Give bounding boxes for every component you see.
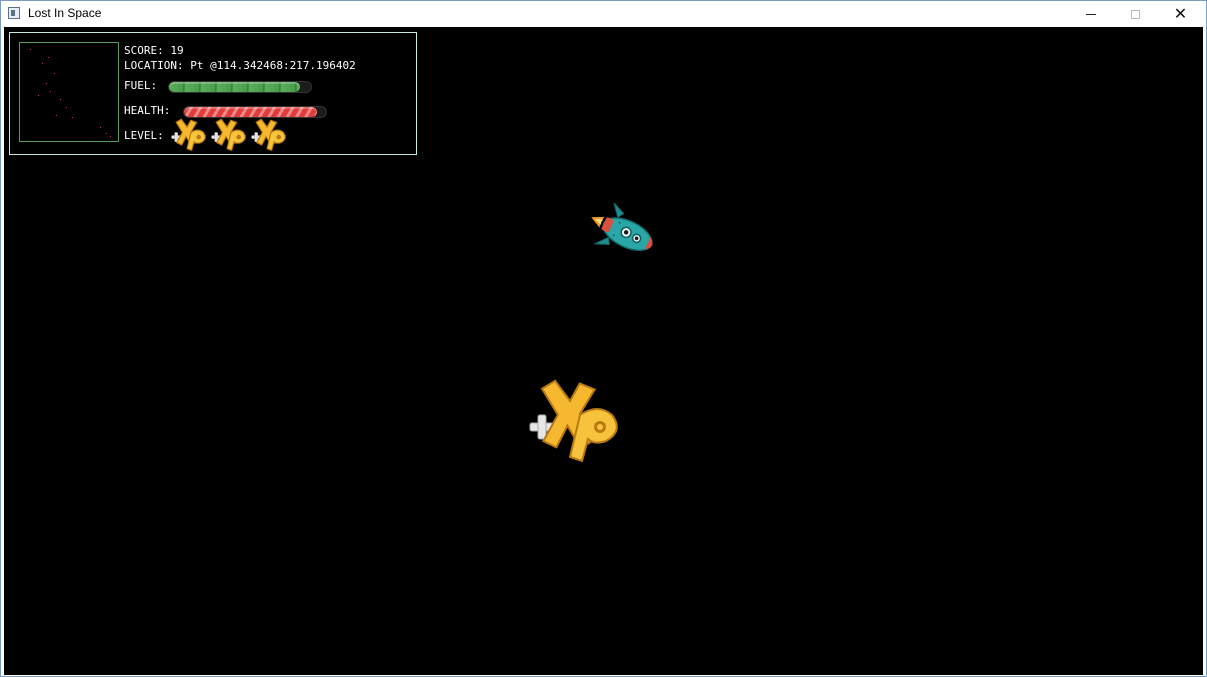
window-title: Lost In Space bbox=[28, 6, 102, 20]
rocket-icon bbox=[591, 203, 653, 251]
minimap-dot bbox=[110, 136, 111, 137]
xp-plus-icon bbox=[251, 118, 286, 152]
title-bar[interactable]: Lost In Space ✕ bbox=[1, 1, 1206, 27]
minimize-button[interactable] bbox=[1068, 1, 1113, 27]
minimap-dot bbox=[50, 91, 51, 92]
level-icons bbox=[170, 116, 295, 156]
game-window: Lost In Space ✕ SCORE: 19 LOCATION: Pt @… bbox=[0, 0, 1207, 677]
close-icon: ✕ bbox=[1173, 4, 1188, 23]
minimap-dot bbox=[66, 107, 67, 108]
health-label: HEALTH: bbox=[124, 104, 171, 117]
maximize-icon bbox=[1131, 9, 1140, 19]
minimap-dot bbox=[60, 99, 61, 100]
app-icon bbox=[8, 7, 20, 19]
score-label: SCORE: 19 bbox=[124, 44, 184, 57]
maximize-button[interactable] bbox=[1113, 1, 1158, 27]
minimap-dot bbox=[54, 73, 55, 74]
minimap-dot bbox=[72, 117, 73, 118]
xp-plus-icon bbox=[171, 118, 206, 152]
minimap-dot bbox=[30, 49, 31, 50]
fuel-bar bbox=[168, 81, 312, 93]
fuel-label: FUEL: bbox=[124, 79, 158, 92]
location-label: LOCATION: Pt @114.342468:217.196402 bbox=[124, 59, 356, 72]
game-canvas[interactable]: SCORE: 19 LOCATION: Pt @114.342468:217.1… bbox=[4, 27, 1203, 675]
hud-panel: SCORE: 19 LOCATION: Pt @114.342468:217.1… bbox=[9, 32, 417, 155]
minimap-dot bbox=[46, 83, 47, 84]
minimap-dot bbox=[56, 115, 57, 116]
level-label: LEVEL: bbox=[124, 129, 164, 142]
minimap bbox=[19, 42, 119, 142]
xp-plus-icon bbox=[211, 118, 246, 152]
minimize-icon bbox=[1085, 13, 1096, 15]
minimap-dot bbox=[42, 63, 43, 64]
fuel-bar-fill bbox=[169, 82, 300, 92]
minimap-dot bbox=[38, 95, 39, 96]
minimap-dot bbox=[106, 133, 107, 134]
minimap-dot bbox=[100, 127, 101, 128]
close-button[interactable]: ✕ bbox=[1158, 1, 1203, 27]
xp-pickup-icon bbox=[529, 379, 618, 463]
minimap-dot bbox=[48, 57, 49, 58]
